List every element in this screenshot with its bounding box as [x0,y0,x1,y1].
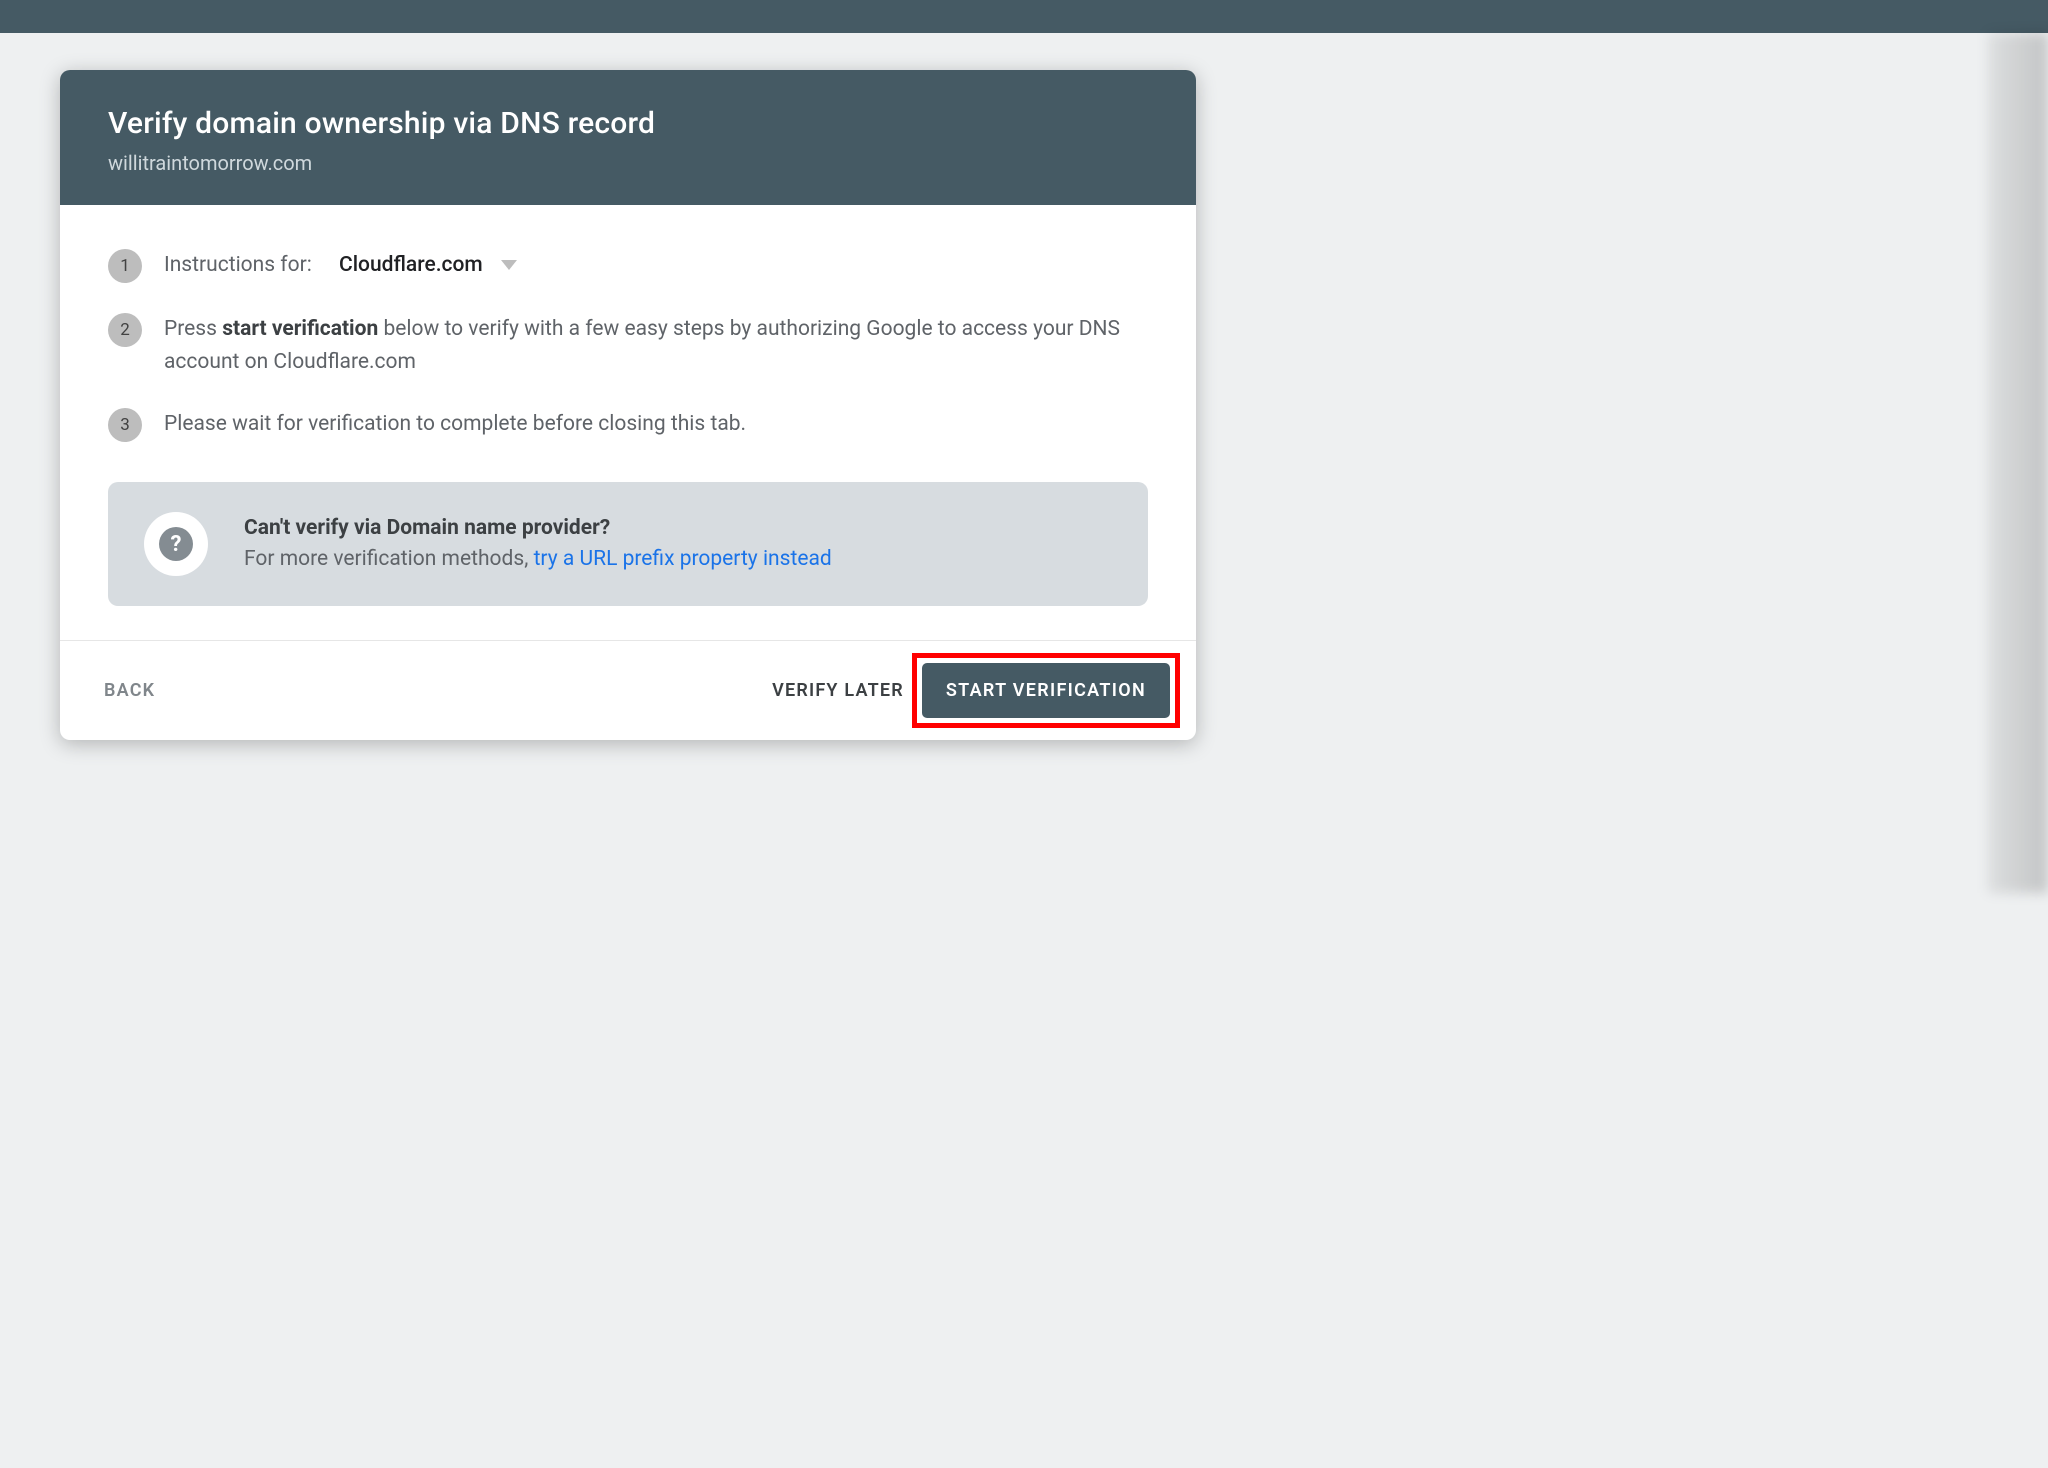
step-badge-1: 1 [108,249,142,283]
step-1-content: Instructions for: Cloudflare.com [164,249,517,282]
step-3-content: Please wait for verification to complete… [164,408,746,441]
help-icon: ? [159,527,193,561]
verify-domain-dialog: Verify domain ownership via DNS record w… [60,70,1196,740]
backdrop-shadow [1988,33,2048,893]
dialog-body: 1 Instructions for: Cloudflare.com 2 Pre… [60,205,1196,640]
alternate-method-heading: Can't verify via Domain name provider? [244,513,832,545]
url-prefix-link[interactable]: try a URL prefix property instead [534,547,832,571]
alternate-method-text: Can't verify via Domain name provider? F… [244,513,832,576]
step-2-pre: Press [164,317,222,341]
dialog-header: Verify domain ownership via DNS record w… [60,70,1196,205]
dialog-footer: BACK VERIFY LATER START VERIFICATION [60,640,1196,740]
alternate-method-sub: For more verification methods, [244,547,534,571]
step-2-bold: start verification [222,317,378,341]
provider-selected: Cloudflare.com [339,249,483,282]
page-top-bar [0,0,2048,33]
step-badge-2: 2 [108,313,142,347]
chevron-down-icon [501,260,517,270]
back-button[interactable]: BACK [86,666,173,715]
help-chip: ? [144,512,208,576]
alternate-method-panel: ? Can't verify via Domain name provider?… [108,482,1148,606]
step-2-content: Press start verification below to verify… [164,313,1148,378]
instructions-for-label: Instructions for: [164,253,312,277]
step-1: 1 Instructions for: Cloudflare.com [108,249,1148,283]
start-verification-button[interactable]: START VERIFICATION [922,663,1170,718]
verify-later-button[interactable]: VERIFY LATER [754,666,922,715]
step-3: 3 Please wait for verification to comple… [108,408,1148,442]
provider-dropdown[interactable]: Cloudflare.com [339,249,517,282]
step-badge-3: 3 [108,408,142,442]
dialog-domain: willitraintomorrow.com [108,151,1148,175]
dialog-title: Verify domain ownership via DNS record [108,106,1148,141]
step-2: 2 Press start verification below to veri… [108,313,1148,378]
